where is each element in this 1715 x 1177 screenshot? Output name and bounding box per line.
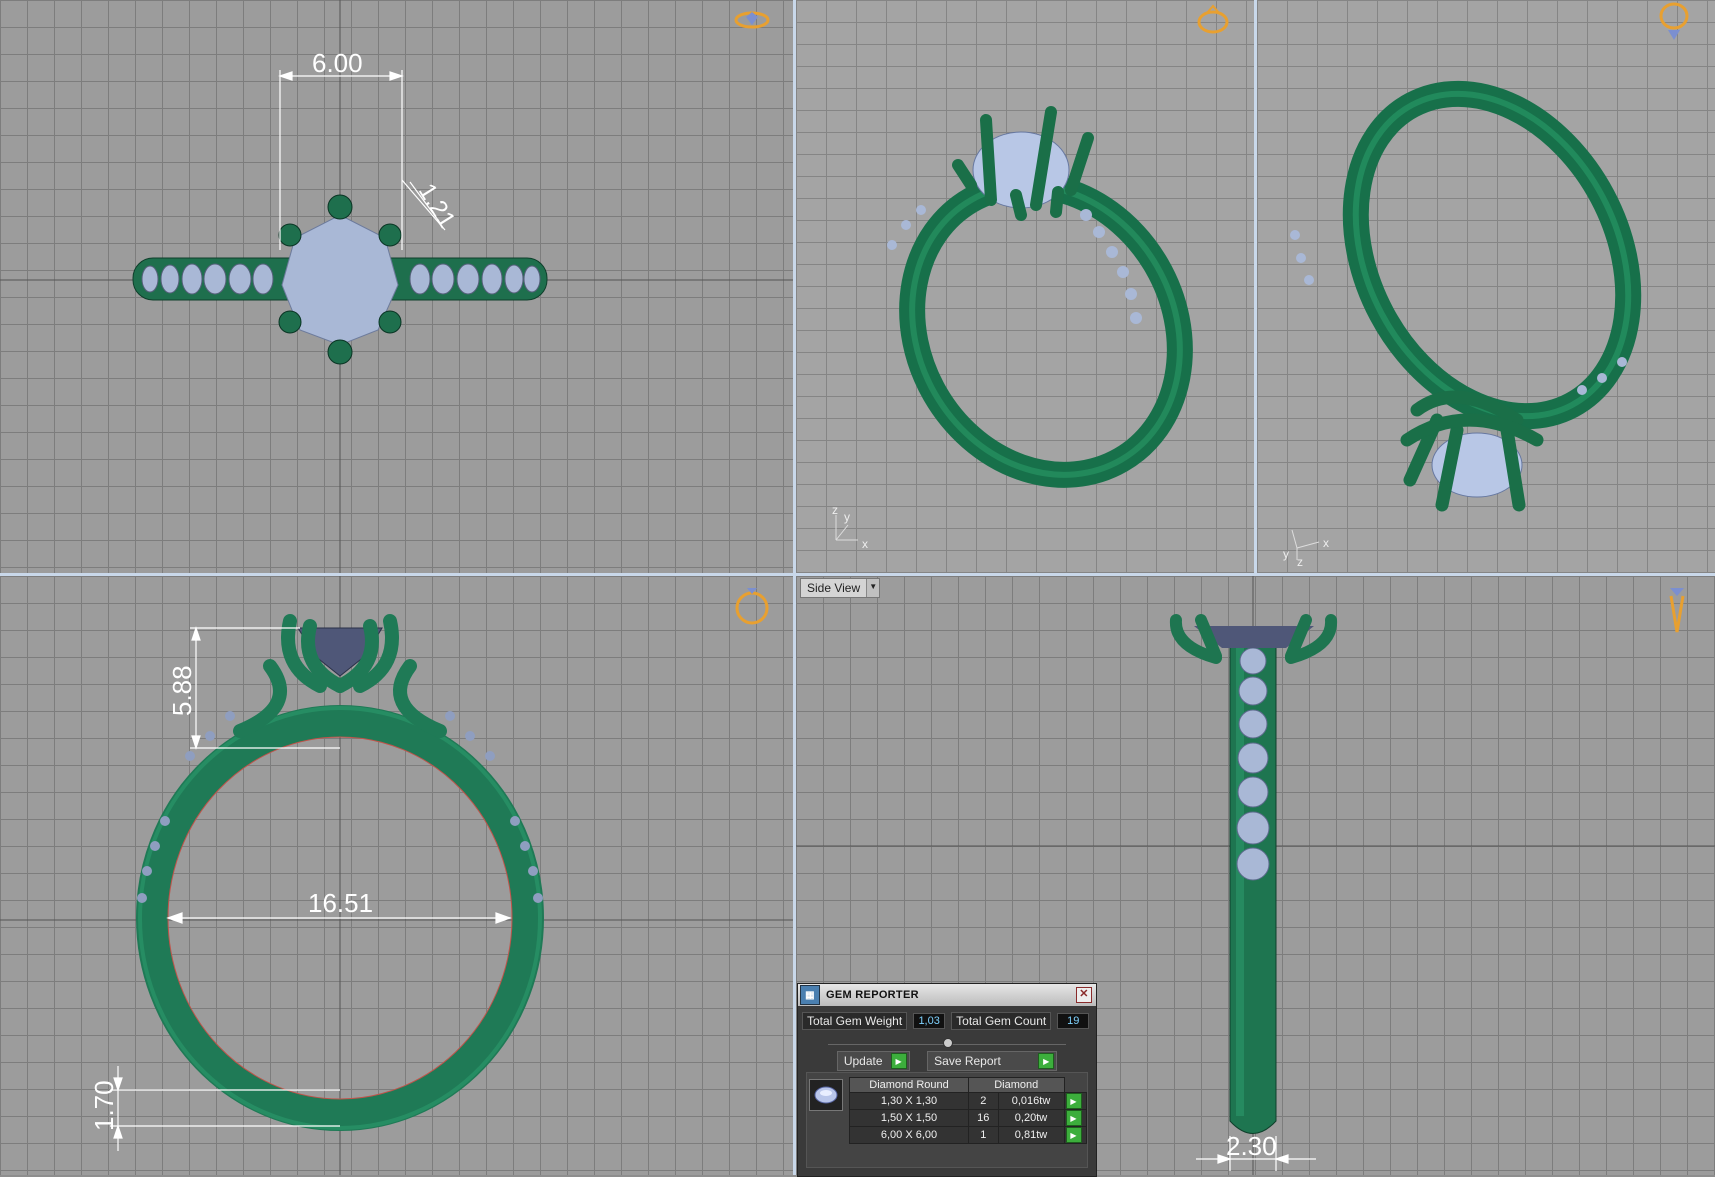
total-weight-label: Total Gem Weight xyxy=(802,1012,908,1030)
play-icon: ▶ xyxy=(1065,1110,1082,1126)
view-selector-dropdown[interactable]: Side View ▼ xyxy=(800,578,881,598)
gem-size: 1,30 X 1,30 xyxy=(849,1092,969,1110)
row-go-button[interactable]: ▶ xyxy=(1063,1126,1087,1144)
row-go-button[interactable]: ▶ xyxy=(1063,1092,1087,1110)
axis-x-label: x xyxy=(1323,536,1329,550)
gem-reporter-title: GEM REPORTER xyxy=(826,989,919,1001)
dim-width-label: 6.00 xyxy=(312,48,363,78)
gem-weight: 0,81tw xyxy=(997,1126,1065,1144)
shank-gems xyxy=(1290,230,1627,395)
play-icon: ▶ xyxy=(1038,1053,1055,1069)
action-buttons-row: Update ▶ Save Report ▶ xyxy=(798,1045,1096,1071)
header-material: Diamond xyxy=(968,1077,1065,1093)
play-icon: ▶ xyxy=(1065,1093,1082,1109)
play-icon: ▶ xyxy=(1065,1127,1082,1143)
top-view-canvas: 6.00 1.21 xyxy=(0,0,793,573)
close-icon[interactable]: ✕ xyxy=(1076,987,1092,1003)
chevron-down-icon: ▼ xyxy=(866,579,880,597)
gem-reporter-panel: ▦ GEM REPORTER ✕ Total Gem Weight 1,03 T… xyxy=(797,983,1097,1177)
perspective-canvas: x y z xyxy=(832,106,1193,551)
width-dimension xyxy=(278,70,446,250)
gem-count: 1 xyxy=(968,1126,999,1144)
diamond-thumbnail-icon[interactable] xyxy=(809,1079,843,1111)
collapse-knob-icon[interactable] xyxy=(943,1038,953,1048)
axis-z-label: z xyxy=(1297,555,1303,569)
total-weight-value: 1,03 xyxy=(913,1013,946,1029)
gem-count: 2 xyxy=(968,1092,999,1110)
play-icon: ▶ xyxy=(890,1053,907,1069)
gem-list-area: Diamond Round Diamond 1,30 X 1,30 2 0,01… xyxy=(806,1072,1088,1168)
gem-table-header: Diamond Round Diamond xyxy=(849,1077,1087,1093)
viewport-divider-horizontal[interactable] xyxy=(0,573,1715,576)
perspective-viewport[interactable]: x y z xyxy=(796,0,1254,573)
header-shape: Diamond Round xyxy=(849,1077,969,1093)
total-count-value: 19 xyxy=(1057,1013,1090,1029)
top-view-icon[interactable] xyxy=(733,6,771,36)
gem-weight: 0,20tw xyxy=(997,1109,1065,1127)
front-viewport[interactable]: 5.88 16.51 1.70 xyxy=(0,576,793,1175)
viewport-divider-vertical-right[interactable] xyxy=(1254,0,1257,573)
viewport-divider-vertical[interactable] xyxy=(793,0,796,1175)
gem-size: 1,50 X 1,50 xyxy=(849,1109,969,1127)
dim-inner-diameter-label: 16.51 xyxy=(308,888,373,918)
view-selector-label: Side View xyxy=(807,581,861,595)
top-viewport[interactable]: 6.00 1.21 xyxy=(0,0,793,573)
row-go-button[interactable]: ▶ xyxy=(1063,1109,1087,1127)
front-view-icon[interactable] xyxy=(733,584,771,625)
axis-y-label: y xyxy=(1283,547,1289,561)
totals-row: Total Gem Weight 1,03 Total Gem Count 19 xyxy=(798,1006,1096,1030)
panel-separator xyxy=(828,1034,1066,1048)
save-report-button-label: Save Report xyxy=(934,1054,1001,1068)
update-button[interactable]: Update ▶ xyxy=(836,1051,910,1071)
perspective-back-viewport[interactable]: x y z xyxy=(1257,0,1715,573)
perspective-back-canvas: x y z xyxy=(1283,80,1642,569)
axis-z-label: z xyxy=(832,503,838,517)
front-view-canvas: 5.88 16.51 1.70 xyxy=(0,576,793,1175)
save-report-button[interactable]: Save Report ▶ xyxy=(927,1051,1058,1071)
bottom-view-icon[interactable] xyxy=(1655,2,1693,40)
dim-head-height-label: 5.88 xyxy=(167,665,197,716)
gem-size: 6,00 X 6,00 xyxy=(849,1126,969,1144)
dim-band-width-label: 2.30 xyxy=(1226,1131,1277,1161)
perspective-view-icon[interactable] xyxy=(1194,4,1232,34)
table-row[interactable]: 1,30 X 1,30 2 0,016tw ▶ xyxy=(849,1092,1087,1110)
gem-reporter-titlebar[interactable]: ▦ GEM REPORTER ✕ xyxy=(798,984,1096,1006)
gem-count: 16 xyxy=(968,1109,999,1127)
side-view-icon[interactable] xyxy=(1658,584,1696,633)
table-row[interactable]: 6,00 X 6,00 1 0,81tw ▶ xyxy=(849,1126,1087,1144)
axis-x-label: x xyxy=(862,537,868,551)
dim-band-thickness-label: 1.70 xyxy=(89,1080,119,1131)
gem-weight: 0,016tw xyxy=(997,1092,1065,1110)
dim-prong-label: 1.21 xyxy=(413,179,461,233)
gem-table: Diamond Round Diamond 1,30 X 1,30 2 0,01… xyxy=(849,1077,1087,1144)
table-row[interactable]: 1,50 X 1,50 16 0,20tw ▶ xyxy=(849,1109,1087,1127)
total-count-label: Total Gem Count xyxy=(951,1012,1052,1030)
axis-y-label: y xyxy=(844,510,850,524)
header-spacer xyxy=(1064,1077,1087,1093)
update-button-label: Update xyxy=(843,1054,883,1068)
gem-reporter-icon: ▦ xyxy=(800,985,820,1005)
